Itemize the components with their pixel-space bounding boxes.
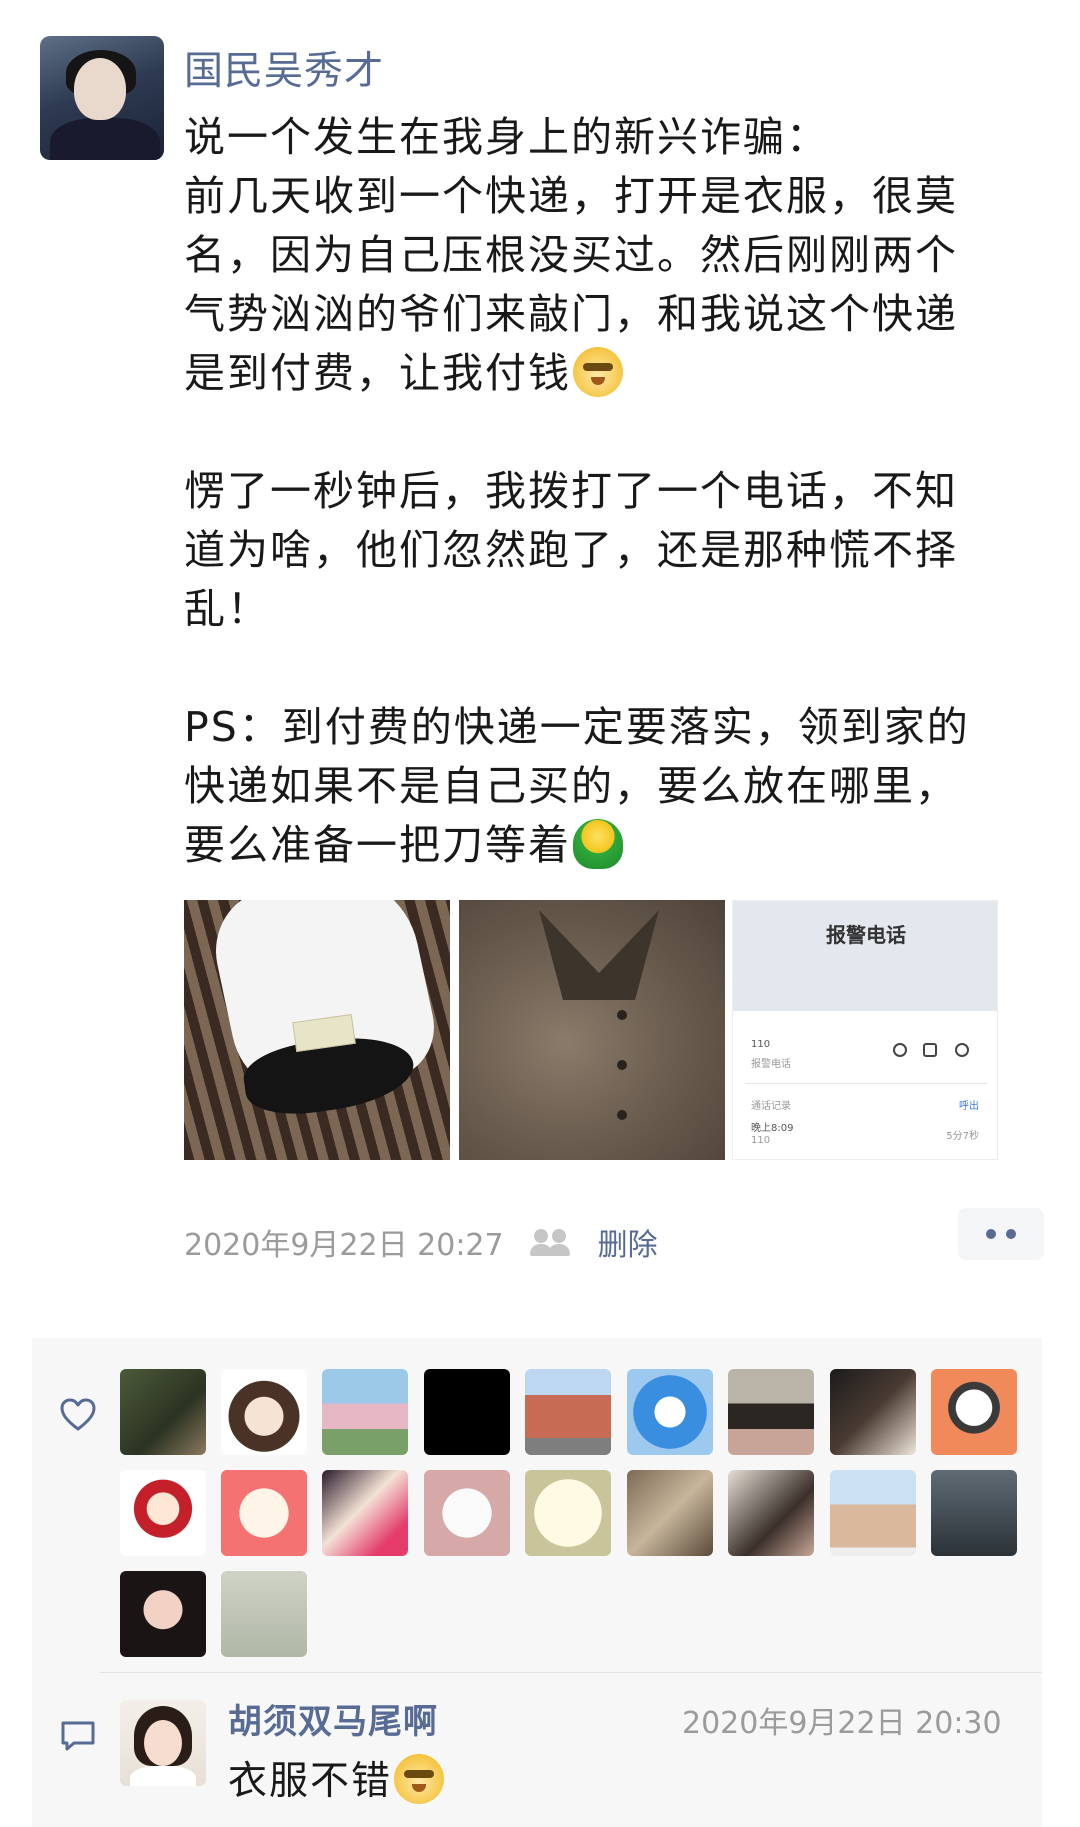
like-avatar[interactable]	[424, 1369, 510, 1455]
like-avatar[interactable]	[221, 1571, 307, 1657]
text-line: 气势汹汹的爷们来敲门，和我说这个快递	[184, 290, 958, 338]
green-shirt-emoji-icon	[573, 819, 623, 869]
post-paragraph: 愣了一秒钟后，我拨打了一个电话，不知 道为啥，他们忽然跑了，还是那种慌不择 乱！	[184, 462, 1044, 639]
like-avatar[interactable]	[728, 1470, 814, 1556]
tweed-coat-photo[interactable]	[459, 900, 725, 1160]
post-meta: 2020年9月22日 20:27 删除	[184, 1220, 658, 1264]
commenter-name[interactable]: 胡须双马尾啊	[228, 1694, 438, 1743]
like-avatar[interactable]	[830, 1470, 916, 1556]
screenshot-number-sub: 报警电话	[751, 1059, 791, 1070]
like-avatar[interactable]	[525, 1470, 611, 1556]
author-avatar[interactable]	[40, 36, 164, 160]
like-avatar[interactable]	[931, 1369, 1017, 1455]
text-line: 愣了一秒钟后，我拨打了一个电话，不知	[184, 467, 958, 515]
group-visibility-icon[interactable]	[529, 1227, 574, 1257]
like-avatar[interactable]	[627, 1369, 713, 1455]
photo-grid: 报警电话 110 报警电话 通话记录 呼出 晚上8:09 110 5分7秒	[184, 900, 1002, 1160]
like-avatar[interactable]	[931, 1470, 1017, 1556]
post-text: 说一个发生在我身上的新兴诈骗： 前几天收到一个快递，打开是衣服，很莫 名，因为自…	[184, 108, 1044, 875]
text-line: 前几天收到一个快递，打开是衣服，很莫	[184, 172, 958, 220]
comment-bubble-icon	[61, 1721, 95, 1751]
section-divider	[100, 1672, 1042, 1673]
like-avatar[interactable]	[830, 1369, 916, 1455]
police-call-screenshot[interactable]: 报警电话 110 报警电话 通话记录 呼出 晚上8:09 110 5分7秒	[732, 900, 998, 1160]
like-avatar[interactable]	[322, 1369, 408, 1455]
screenshot-record-time: 晚上8:09	[751, 1123, 794, 1134]
like-avatar[interactable]	[120, 1369, 206, 1455]
post-paragraph: 说一个发生在我身上的新兴诈骗： 前几天收到一个快递，打开是衣服，很莫 名，因为自…	[184, 108, 1044, 403]
like-avatar[interactable]	[120, 1571, 206, 1657]
screenshot-records-label: 通话记录	[751, 1101, 791, 1112]
post-timestamp: 2020年9月22日 20:27	[184, 1228, 504, 1263]
comment-text[interactable]: 衣服不错	[228, 1750, 445, 1806]
like-avatar[interactable]	[424, 1470, 510, 1556]
post-paragraph: PS：到付费的快递一定要落实，领到家的 快递如果不是自己买的，要么放在哪里， 要…	[184, 698, 1044, 875]
more-button[interactable]	[958, 1208, 1044, 1260]
torn-package-photo[interactable]	[184, 900, 450, 1160]
like-avatar[interactable]	[627, 1470, 713, 1556]
like-avatar[interactable]	[221, 1470, 307, 1556]
screenshot-record-number: 110	[751, 1135, 771, 1146]
text-line: 说一个发生在我身上的新兴诈骗：	[184, 113, 829, 161]
screenshot-records-tag: 呼出	[959, 1101, 979, 1112]
screenshot-record-duration: 5分7秒	[946, 1131, 979, 1142]
message-icon	[955, 1043, 969, 1057]
text-line: 道为啥，他们忽然跑了，还是那种慌不择	[184, 526, 958, 574]
heart-outline-icon	[60, 1398, 96, 1431]
text-line: 是到付费，让我付钱	[184, 349, 571, 397]
commenter-avatar[interactable]	[120, 1700, 206, 1786]
like-avatar[interactable]	[221, 1369, 307, 1455]
text-line: 乱！	[184, 585, 270, 633]
like-avatar[interactable]	[322, 1470, 408, 1556]
comment-body: 衣服不错	[228, 1759, 393, 1804]
text-line: 要么准备一把刀等着	[184, 821, 571, 869]
comment-timestamp: 2020年9月22日 20:30	[682, 1706, 1002, 1741]
doge-emoji-icon	[573, 347, 623, 397]
author-name[interactable]: 国民吴秀才	[184, 40, 384, 96]
text-line: 名，因为自己压根没买过。然后刚刚两个	[184, 231, 958, 279]
text-line: 快递如果不是自己买的，要么放在哪里，	[184, 762, 958, 810]
delete-link[interactable]: 删除	[598, 1220, 658, 1264]
like-avatar[interactable]	[728, 1369, 814, 1455]
doge-emoji-icon	[394, 1754, 445, 1804]
moments-post: 国民吴秀才 说一个发生在我身上的新兴诈骗： 前几天收到一个快递，打开是衣服，很莫…	[0, 0, 1080, 1827]
screenshot-number: 110	[751, 1039, 771, 1050]
text-line: PS：到付费的快递一定要落实，领到家的	[184, 703, 970, 751]
like-avatar[interactable]	[525, 1369, 611, 1455]
phone-icon	[893, 1043, 907, 1057]
video-icon	[923, 1043, 937, 1057]
more-dots-icon	[986, 1229, 996, 1239]
screenshot-title: 报警电话	[826, 923, 906, 947]
like-avatar[interactable]	[120, 1470, 206, 1556]
